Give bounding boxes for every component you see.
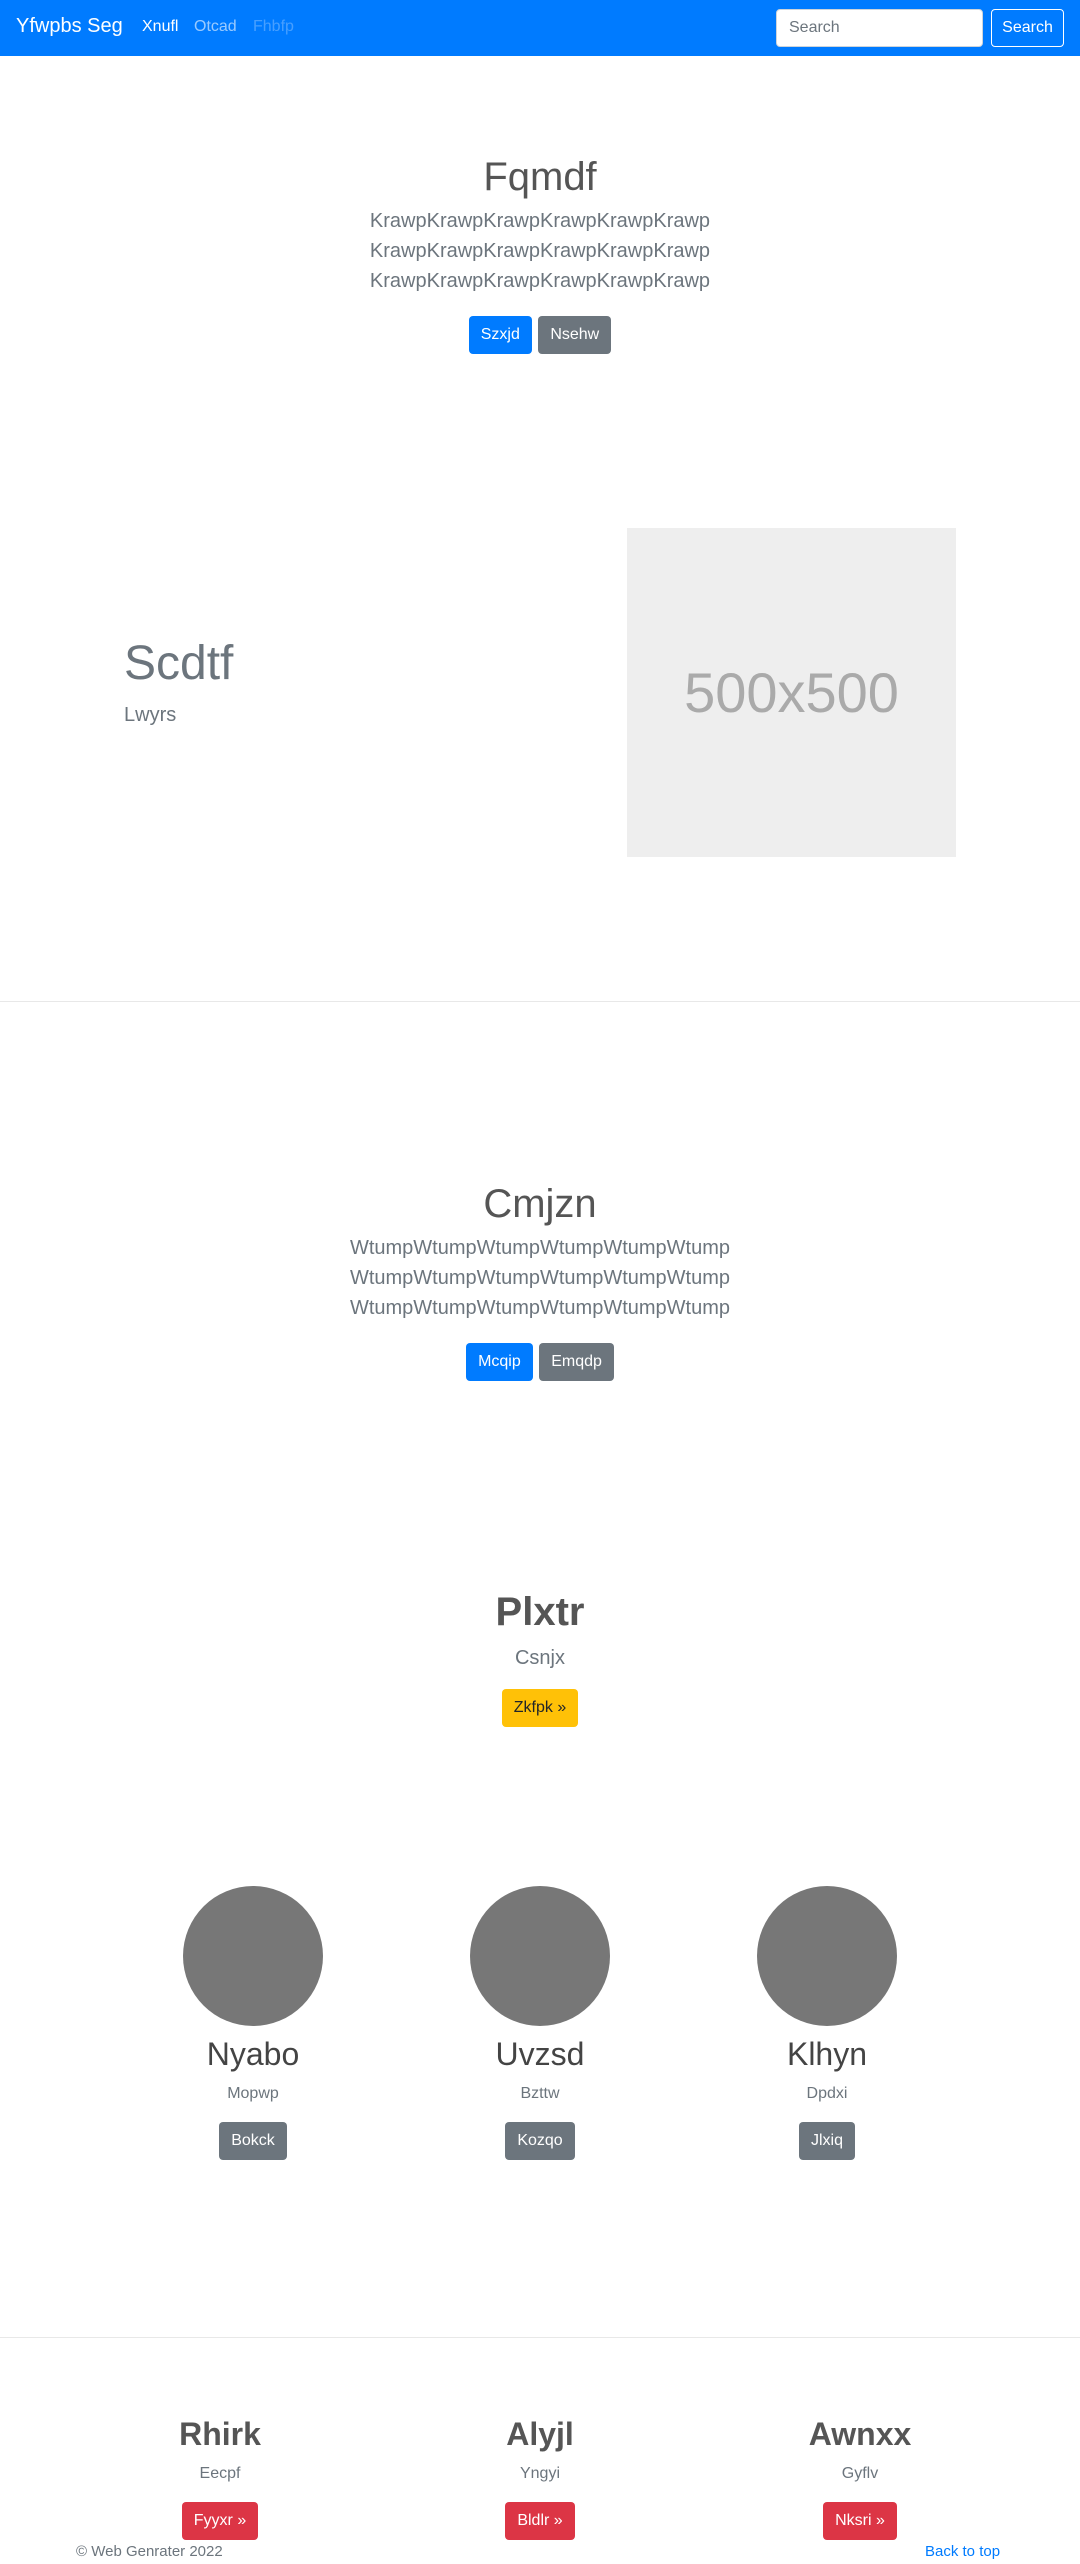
search-button[interactable]: Search [991, 9, 1064, 47]
info-column: Awnxx Gyflv Nksri » [710, 2414, 1010, 2540]
hero-line-1: KrawpKrawpKrawpKrawpKrawpKrawp [369, 210, 711, 232]
nav-link-xnufl[interactable]: Xnufl [142, 18, 178, 36]
team-member: Uvzsd Bzttw Kozqo [390, 1886, 690, 2160]
cta-title: Plxtr [495, 1590, 585, 1634]
cta-subtitle: Csnjx [514, 1647, 565, 1669]
avatar [470, 1886, 610, 2026]
feature-placeholder-image: 500x500 [627, 528, 956, 857]
column-title: Alyjl [506, 2416, 574, 2452]
info-column: Alyjl Yngyi Bldlr » [390, 2414, 690, 2540]
column-title: Awnxx [808, 2416, 912, 2452]
nav-link-otcad[interactable]: Otcad [194, 18, 237, 36]
hero2-secondary-button[interactable]: Emqdp [539, 1343, 614, 1381]
cta-button-wrap: Zkfpk » [0, 1689, 1080, 1727]
hero2-line-3: WtumpWtumpWtumpWtumpWtumpWtump [349, 1297, 731, 1319]
column-subtitle: Gyflv [841, 2465, 879, 2482]
feature-heading: Scdtf [124, 637, 234, 690]
hero2-section: Cmjzn WtumpWtumpWtumpWtumpWtumpWtump Wtu… [0, 1177, 1080, 1381]
hero2-title: Cmjzn [483, 1182, 597, 1226]
hero-section: Fqmdf KrawpKrawpKrawpKrawpKrawpKrawp Kra… [0, 150, 1080, 354]
member-role: Bzttw [520, 2085, 560, 2102]
image-size-label: 500x500 [684, 661, 899, 724]
hero-button-group: Szxjd Nsehw [0, 316, 1080, 354]
column-button[interactable]: Nksri » [823, 2502, 897, 2540]
feature-subheading: Lwyrs [124, 704, 177, 726]
member-name: Nyabo [206, 2036, 300, 2072]
member-role: Dpdxi [806, 2085, 848, 2102]
footer-copyright: © Web Genrater 2022 [76, 2543, 223, 2560]
team-member: Nyabo Mopwp Bokck [103, 1886, 403, 2160]
nav-link-fhbfp-disabled: Fhbfp [253, 18, 294, 35]
brand-link[interactable]: Yfwpbs Seg [16, 15, 123, 38]
hero-primary-button[interactable]: Szxjd [468, 316, 532, 354]
info-column: Rhirk Eecpf Fyyxr » [70, 2414, 370, 2540]
hero2-primary-button[interactable]: Mcqip [466, 1343, 533, 1381]
hero-line-3: KrawpKrawpKrawpKrawpKrawpKrawp [369, 270, 711, 292]
team-member: Klhyn Dpdxi Jlxiq [677, 1886, 977, 2160]
section-divider [0, 2337, 1080, 2338]
back-to-top-link[interactable]: Back to top [925, 2543, 1000, 2560]
cta-button[interactable]: Zkfpk » [501, 1689, 579, 1727]
member-role: Mopwp [227, 2085, 279, 2102]
section-divider [0, 1001, 1080, 1002]
search-input[interactable] [776, 9, 983, 47]
member-name: Uvzsd [495, 2036, 585, 2072]
member-button[interactable]: Kozqo [505, 2122, 575, 2160]
hero-title: Fqmdf [483, 155, 597, 199]
member-button[interactable]: Jlxiq [798, 2122, 855, 2160]
hero-line-2: KrawpKrawpKrawpKrawpKrawpKrawp [369, 240, 711, 262]
column-title: Rhirk [179, 2416, 261, 2452]
cta-section: Plxtr Csnjx Zkfpk » [0, 1585, 1080, 1727]
column-subtitle: Eecpf [199, 2465, 241, 2482]
avatar [757, 1886, 897, 2026]
column-button[interactable]: Bldlr » [505, 2502, 575, 2540]
member-name: Klhyn [786, 2036, 868, 2072]
hero2-line-1: WtumpWtumpWtumpWtumpWtumpWtump [349, 1237, 731, 1259]
hero-secondary-button[interactable]: Nsehw [538, 316, 612, 354]
hero2-line-2: WtumpWtumpWtumpWtumpWtumpWtump [349, 1267, 731, 1289]
navbar: Yfwpbs Seg Xnufl Otcad Fhbfp Search [0, 0, 1080, 56]
column-subtitle: Yngyi [519, 2465, 561, 2482]
hero2-button-group: Mcqip Emqdp [0, 1343, 1080, 1381]
avatar [183, 1886, 323, 2026]
column-button[interactable]: Fyyxr » [181, 2502, 259, 2540]
member-button[interactable]: Bokck [219, 2122, 287, 2160]
